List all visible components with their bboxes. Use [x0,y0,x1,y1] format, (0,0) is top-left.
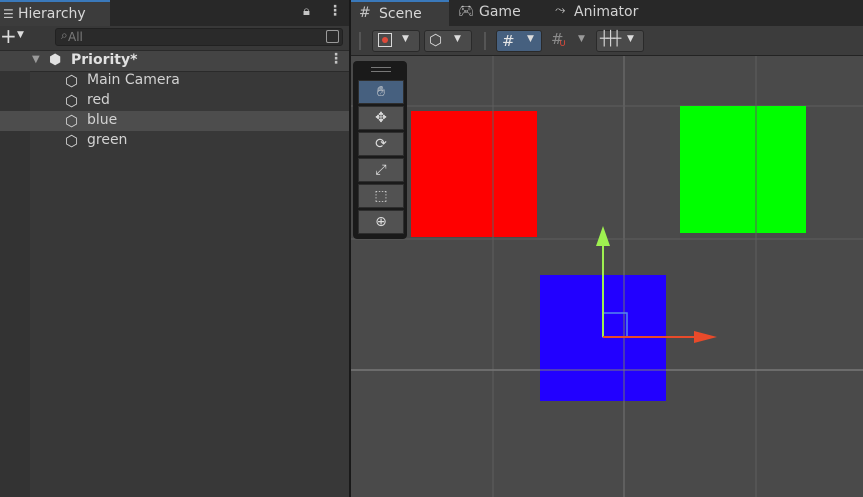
scene-root-row[interactable]: ▼ ⬢ Priority* ⋮ [0,51,349,72]
hierarchy-item-label: green [87,132,128,148]
cube-icon: ⬡ [65,112,79,130]
hierarchy-item-red[interactable]: ⬡ red [0,91,349,111]
move-tool-icon: ✥ [375,110,387,126]
hand-tool-button[interactable]: ✋︎ [358,80,404,104]
hierarchy-item-blue[interactable]: ⬡ blue [0,111,349,131]
draw-mode-dropdown[interactable]: ⬡ ▼ [424,30,472,52]
magnet-icon: ∪ [559,38,567,49]
tab-label: Scene [379,6,422,22]
tab-animator[interactable]: ⤳ Animator [553,0,653,26]
hierarchy-item-label: blue [87,112,118,128]
rotate-tool-button[interactable]: ⟳ [358,132,404,156]
chevron-down-icon: ▼ [454,34,461,44]
toolbar-grip [359,32,361,50]
grid-snap-toggle[interactable]: # ▼ [496,30,542,52]
hierarchy-tab[interactable]: ☰ Hierarchy [0,0,110,26]
scene-viewport[interactable] [351,56,863,497]
increment-snap-dropdown[interactable]: ┼┼┼ ▼ [596,30,644,52]
kebab-icon[interactable]: ⋮ [328,3,342,19]
hierarchy-item-green[interactable]: ⬡ green [0,131,349,151]
cube-icon: ⬡ [65,132,79,150]
hierarchy-item-label: red [87,92,110,108]
plane-handle[interactable] [602,312,628,338]
hamburger-icon: ☰ [3,7,14,21]
chevron-down-icon: ▼ [402,34,409,44]
chevron-down-icon: ▼ [17,30,24,40]
y-axis-arrow[interactable] [596,226,610,246]
cube-icon: ⬡ [65,72,79,90]
scale-tool-button[interactable]: ⤢ [358,158,404,182]
grid-icon: # [502,32,515,50]
snap-increment-dropdown[interactable]: # ∪ ▼ [549,30,593,52]
tab-label: Animator [574,4,639,20]
cube-icon: ⬡ [65,92,79,110]
ruler-icon: ┼┼┼ [600,31,621,47]
grid-icon: # [359,5,371,21]
search-placeholder: All [68,30,83,44]
search-by-type-icon[interactable] [326,30,339,43]
tab-game[interactable]: 🎮︎ Game [456,0,544,26]
chevron-down-icon: ▼ [627,34,634,44]
transform-tool-icon: ⊕ [375,214,387,230]
hierarchy-tab-label: Hierarchy [18,6,86,22]
cube-icon: ⬡ [429,31,443,49]
plus-icon: + [0,24,17,48]
scene-name: Priority* [71,52,138,68]
hand-tool-icon: ✋︎ [377,84,385,100]
scale-tool-icon: ⤢ [375,162,387,178]
move-tool-button[interactable]: ✥ [358,106,404,130]
gizmo-pivot-dropdown[interactable]: ▼ [372,30,420,52]
search-input[interactable]: ⌕ All [55,28,343,46]
animator-icon: ⤳ [555,3,566,18]
gamepad-icon: 🎮︎ [458,4,475,19]
rotate-tool-icon: ⟳ [375,136,387,152]
gizmo-icon [378,33,392,47]
toolbar-separator [484,32,486,50]
kebab-icon[interactable]: ⋮ [329,51,343,67]
search-icon: ⌕ [61,28,68,42]
hierarchy-item-main-camera[interactable]: ⬡ Main Camera [0,71,349,91]
chevron-down-icon: ▼ [527,34,534,44]
tab-scene[interactable]: # Scene [351,0,449,26]
chevron-down-icon: ▼ [578,34,585,44]
transform-tool-button[interactable]: ⊕ [358,210,404,234]
move-gizmo[interactable] [351,56,863,497]
hierarchy-item-label: Main Camera [87,72,180,88]
foldout-arrow-icon[interactable]: ▼ [32,54,40,65]
x-axis-arrow[interactable] [694,331,717,343]
rect-tool-button[interactable]: ⬚ [358,184,404,208]
rect-tool-icon: ⬚ [374,188,388,204]
lock-icon[interactable]: 🔒︎ [303,4,310,19]
tab-label: Game [479,4,521,20]
create-button[interactable]: + ▼ [0,24,32,48]
unity-scene-icon: ⬢ [49,52,62,68]
